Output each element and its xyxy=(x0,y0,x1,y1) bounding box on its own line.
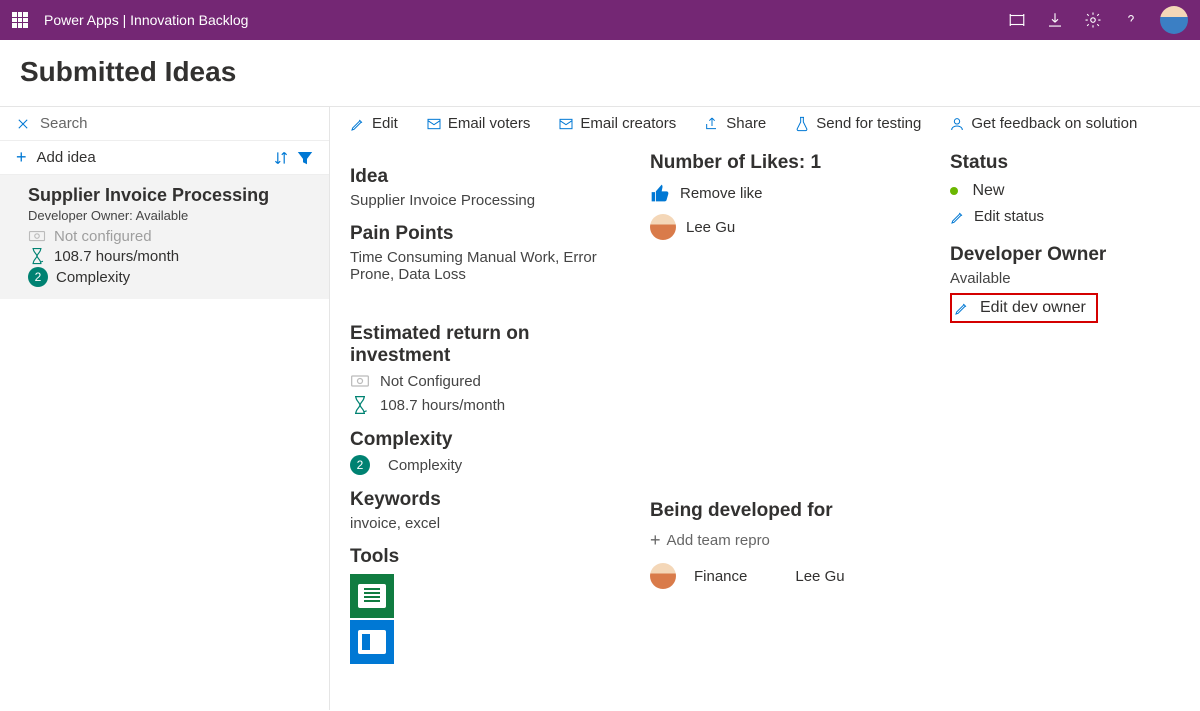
idea-label: Idea xyxy=(350,166,620,188)
pencil-icon xyxy=(954,300,970,316)
team-avatar xyxy=(650,563,676,589)
cash-icon xyxy=(28,227,46,245)
add-idea-row: + Add idea xyxy=(0,140,329,174)
add-idea-label[interactable]: Add idea xyxy=(37,149,265,166)
search-placeholder: Search xyxy=(40,115,88,132)
pain-label: Pain Points xyxy=(350,223,620,245)
status-dot-icon xyxy=(950,187,958,195)
settings-icon[interactable] xyxy=(1084,11,1102,29)
sort-icon[interactable] xyxy=(273,150,289,166)
roi-hours: 108.7 hours/month xyxy=(350,395,620,415)
header-actions xyxy=(1008,6,1188,34)
keywords-value: invoice, excel xyxy=(350,515,620,532)
edit-status-button[interactable]: Edit status xyxy=(950,208,1044,225)
pencil-icon xyxy=(350,116,366,132)
roi-label: Estimated return on investment xyxy=(350,323,620,367)
person-icon xyxy=(949,116,965,132)
idea-card-configured: Not configured xyxy=(28,227,313,245)
app-header: Power Apps | Innovation Backlog xyxy=(0,0,1200,40)
thumbs-up-icon xyxy=(650,184,670,202)
remove-like-button[interactable]: Remove like xyxy=(650,184,920,202)
edit-dev-owner-button[interactable]: Edit dev owner xyxy=(950,293,1098,323)
idea-card[interactable]: Supplier Invoice Processing Developer Ow… xyxy=(0,174,329,299)
share-icon xyxy=(704,116,720,132)
app-title: Power Apps | Innovation Backlog xyxy=(44,12,1008,28)
edit-button[interactable]: Edit xyxy=(350,115,398,132)
excel-icon[interactable] xyxy=(350,574,394,618)
main-panel: Edit Email voters Email creators Share S… xyxy=(330,107,1200,710)
pain-value: Time Consuming Manual Work, Error Prone,… xyxy=(350,249,620,283)
complexity-row: 2 Complexity xyxy=(350,455,620,475)
complexity-badge: 2 xyxy=(28,267,48,287)
idea-card-hours: 108.7 hours/month xyxy=(28,247,313,265)
status-column: Status New Edit status Developer Owner A… xyxy=(950,152,1180,664)
clear-icon xyxy=(16,117,30,131)
waffle-icon[interactable] xyxy=(12,12,28,28)
dev-owner-label: Developer Owner xyxy=(950,244,1180,266)
developed-for-label: Being developed for xyxy=(650,500,920,522)
flask-icon xyxy=(794,116,810,132)
idea-card-title: Supplier Invoice Processing xyxy=(28,185,313,206)
tools-label: Tools xyxy=(350,546,620,568)
page-title: Submitted Ideas xyxy=(0,40,1200,107)
user-avatar[interactable] xyxy=(1160,6,1188,34)
plus-icon: + xyxy=(650,530,661,551)
complexity-badge: 2 xyxy=(350,455,370,475)
idea-value: Supplier Invoice Processing xyxy=(350,192,620,209)
help-icon[interactable] xyxy=(1122,11,1140,29)
idea-card-owner: Developer Owner: Available xyxy=(28,208,313,223)
hourglass-icon xyxy=(350,395,370,415)
outlook-icon[interactable] xyxy=(350,620,394,664)
person-avatar xyxy=(650,214,676,240)
detail-column: Idea Supplier Invoice Processing Pain Po… xyxy=(350,152,620,664)
email-voters-button[interactable]: Email voters xyxy=(426,115,531,132)
download-icon[interactable] xyxy=(1046,11,1064,29)
fit-icon[interactable] xyxy=(1008,11,1026,29)
keywords-label: Keywords xyxy=(350,489,620,511)
status-value: New xyxy=(950,182,1180,200)
sidebar: Search + Add idea Supplier Invoice Proce… xyxy=(0,107,330,710)
pencil-icon xyxy=(950,209,966,225)
roi-configured: Not Configured xyxy=(350,371,620,391)
idea-card-complexity: 2 Complexity xyxy=(28,267,313,287)
search-row[interactable]: Search xyxy=(0,107,329,140)
mail-icon xyxy=(426,116,442,132)
get-feedback-button[interactable]: Get feedback on solution xyxy=(949,115,1137,132)
email-creators-button[interactable]: Email creators xyxy=(558,115,676,132)
share-button[interactable]: Share xyxy=(704,115,766,132)
add-team-button[interactable]: + Add team repro xyxy=(650,530,920,551)
complexity-label: Complexity xyxy=(350,429,620,451)
team-name: Finance xyxy=(694,568,747,585)
cash-icon xyxy=(350,371,370,391)
send-testing-button[interactable]: Send for testing xyxy=(794,115,921,132)
team-row: Finance Lee Gu xyxy=(650,563,920,589)
add-icon[interactable]: + xyxy=(16,147,27,168)
liker-person: Lee Gu xyxy=(650,214,920,240)
likes-column: Number of Likes: 1 Remove like Lee Gu Be… xyxy=(650,152,920,664)
dev-owner-value: Available xyxy=(950,270,1180,287)
likes-heading: Number of Likes: 1 xyxy=(650,152,920,174)
hourglass-icon xyxy=(28,247,46,265)
team-person: Lee Gu xyxy=(795,568,844,585)
status-label: Status xyxy=(950,152,1180,174)
filter-icon[interactable] xyxy=(297,150,313,166)
toolbar: Edit Email voters Email creators Share S… xyxy=(350,107,1180,142)
mail-icon xyxy=(558,116,574,132)
